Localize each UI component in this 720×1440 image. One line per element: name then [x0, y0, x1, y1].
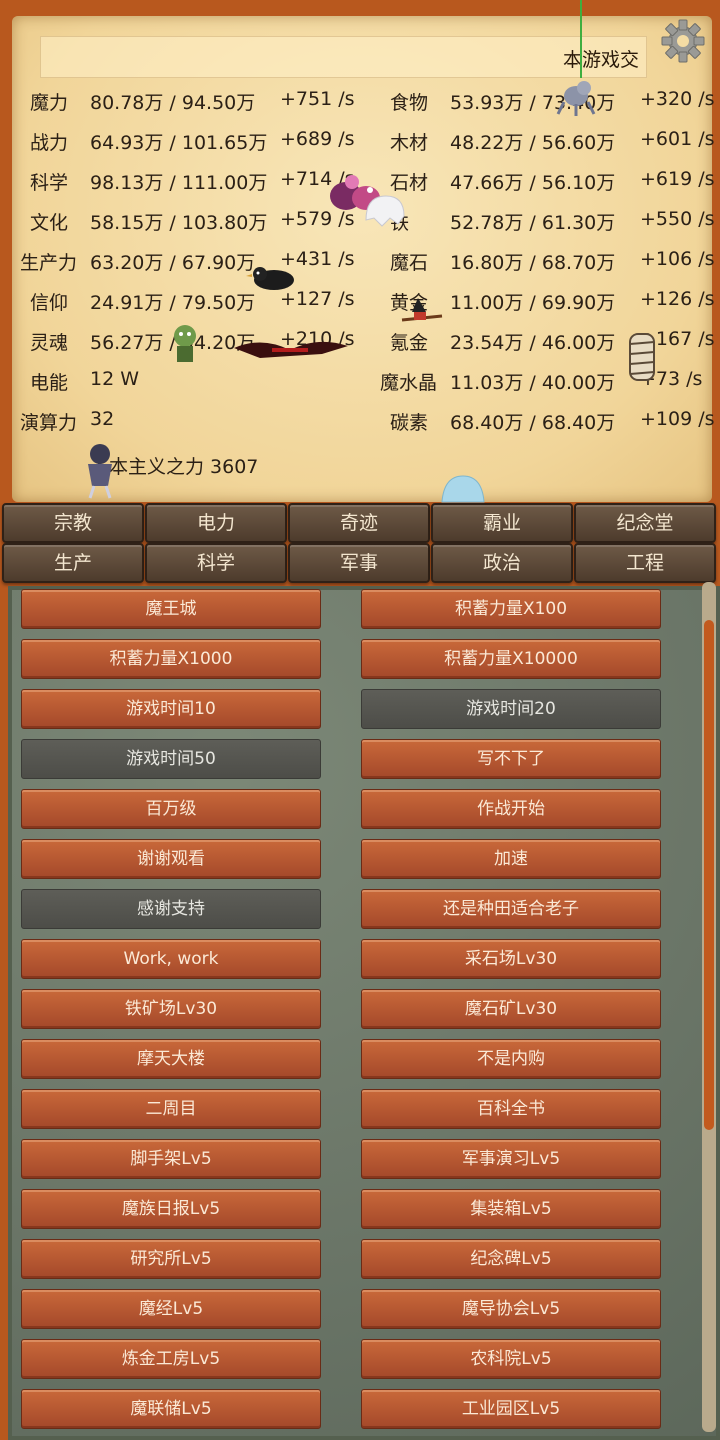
tab-8[interactable]: 军事	[288, 543, 430, 583]
achievement-button[interactable]: 魔王城	[21, 589, 321, 629]
tab-10[interactable]: 工程	[574, 543, 716, 583]
tab-4[interactable]: 霸业	[431, 503, 573, 543]
resource-row: 碳素 68.40万 / 68.40万 +109 /s	[0, 408, 715, 438]
announcement-marquee: 本游戏交	[40, 36, 647, 78]
achievement-button[interactable]: 农科院Lv5	[361, 1339, 661, 1379]
mummy-sprite	[629, 333, 655, 381]
achievement-button[interactable]: 摩天大楼	[21, 1039, 321, 1079]
goblin-sprite	[174, 325, 196, 362]
resource-row: 魔石 16.80万 / 68.70万 +106 /s	[0, 248, 715, 278]
achievement-button[interactable]: 魔石矿Lv30	[361, 989, 661, 1029]
achievement-button[interactable]: 铁矿场Lv30	[21, 989, 321, 1029]
achievement-button[interactable]: 魔导协会Lv5	[361, 1289, 661, 1329]
resource-name: 魔水晶	[380, 372, 438, 394]
resource-row: 黄金 11.00万 / 69.90万 +126 /s	[0, 288, 715, 318]
resource-name: 碳素	[390, 412, 429, 434]
achievement-button[interactable]: 百科全书	[361, 1089, 661, 1129]
achievement-button[interactable]: 二周目	[21, 1089, 321, 1129]
achievement-button[interactable]: 还是种田适合老子	[361, 889, 661, 929]
resource-rate: +320 /s	[640, 88, 715, 110]
achievement-button[interactable]: 游戏时间10	[21, 689, 321, 729]
achievement-button[interactable]: 魔联储Lv5	[21, 1389, 321, 1429]
resource-value: 47.66万 / 56.10万	[450, 172, 616, 194]
slime-sprite	[441, 475, 485, 503]
achievement-button[interactable]: 采石场Lv30	[361, 939, 661, 979]
girl-sprite	[88, 444, 112, 499]
resource-value: 68.40万 / 68.40万	[450, 412, 616, 434]
resource-row: 氪金 23.54万 / 46.00万 +167 /s	[0, 328, 715, 358]
achievement-button[interactable]: 写不下了	[361, 739, 661, 779]
resource-value: 23.54万 / 46.00万	[450, 332, 616, 354]
achievement-button[interactable]: 脚手架Lv5	[21, 1139, 321, 1179]
resource-value: 48.22万 / 56.60万	[450, 132, 616, 154]
resource-rate: +619 /s	[640, 168, 715, 190]
resource-value: 11.03万 / 40.00万	[450, 372, 616, 394]
achievement-button[interactable]: 积蓄力量X100	[361, 589, 661, 629]
tab-7[interactable]: 科学	[145, 543, 287, 583]
resource-row: 食物 53.93万 / 73.40万 +320 /s	[0, 88, 715, 118]
tab-9[interactable]: 政治	[431, 543, 573, 583]
resource-name: 木材	[390, 132, 429, 154]
achievement-button[interactable]: 感谢支持	[21, 889, 321, 929]
monkey-sprite	[556, 81, 596, 116]
achievement-button[interactable]: 不是内购	[361, 1039, 661, 1079]
tab-5[interactable]: 纪念堂	[574, 503, 716, 543]
resource-value: 52.78万 / 61.30万	[450, 212, 616, 234]
rope-line	[580, 0, 582, 78]
crow-sprite	[246, 267, 294, 290]
resource-rate: +126 /s	[640, 288, 715, 310]
achievement-button[interactable]: 工业园区Lv5	[361, 1389, 661, 1429]
bat-sprite	[234, 341, 348, 358]
tab-6[interactable]: 生产	[2, 543, 144, 583]
ghost-sprite	[365, 195, 405, 227]
achievement-button[interactable]: 百万级	[21, 789, 321, 829]
resource-rate: +550 /s	[640, 208, 715, 230]
resource-value: 11.00万 / 69.90万	[450, 292, 616, 314]
tab-2[interactable]: 电力	[145, 503, 287, 543]
achievement-button[interactable]: 积蓄力量X10000	[361, 639, 661, 679]
achievement-button[interactable]: 魔经Lv5	[21, 1289, 321, 1329]
announcement-text: 本游戏交	[563, 49, 640, 71]
resource-name: 氪金	[390, 332, 429, 354]
achievement-button[interactable]: 军事演习Lv5	[361, 1139, 661, 1179]
achievement-button[interactable]: 炼金工房Lv5	[21, 1339, 321, 1379]
achievement-button[interactable]: 纪念碑Lv5	[361, 1239, 661, 1279]
resource-name: 食物	[390, 92, 429, 114]
achievement-button[interactable]: 积蓄力量X1000	[21, 639, 321, 679]
gear-icon[interactable]	[660, 18, 706, 64]
resource-row: 木材 48.22万 / 56.60万 +601 /s	[0, 128, 715, 158]
achievement-button[interactable]: 游戏时间50	[21, 739, 321, 779]
achievement-button[interactable]: Work, work	[21, 939, 321, 979]
tab-1[interactable]: 宗教	[2, 503, 144, 543]
achievement-button[interactable]: 魔族日报Lv5	[21, 1189, 321, 1229]
achievement-button[interactable]: 加速	[361, 839, 661, 879]
resource-rate: +601 /s	[640, 128, 715, 150]
resource-row: 魔水晶 11.03万 / 40.00万 +73 /s	[0, 368, 712, 398]
resource-value: 16.80万 / 68.70万	[450, 252, 616, 274]
achievement-button[interactable]: 作战开始	[361, 789, 661, 829]
resource-rate: +106 /s	[640, 248, 715, 270]
scrollbar-thumb[interactable]	[704, 620, 714, 1130]
achievement-button[interactable]: 游戏时间20	[361, 689, 661, 729]
achievement-button[interactable]: 研究所Lv5	[21, 1239, 321, 1279]
witch-sprite	[401, 298, 443, 322]
achievement-button[interactable]: 谢谢观看	[21, 839, 321, 879]
achievement-button[interactable]: 集装箱Lv5	[361, 1189, 661, 1229]
tab-3[interactable]: 奇迹	[288, 503, 430, 543]
resource-name: 魔石	[390, 252, 429, 274]
resource-rate: +109 /s	[640, 408, 715, 430]
